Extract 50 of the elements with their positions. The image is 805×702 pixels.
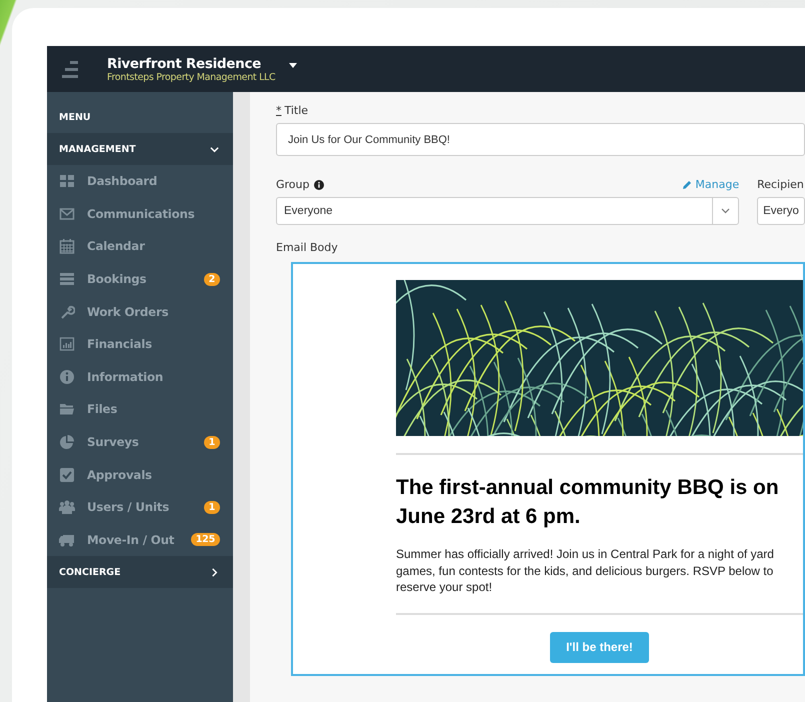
caret-icon[interactable]	[289, 62, 298, 68]
wrench-icon	[59, 304, 75, 320]
info-icon[interactable]	[314, 180, 324, 190]
envelope-icon	[59, 206, 75, 222]
title-label: * Title	[276, 104, 310, 117]
chevron-icon	[721, 208, 730, 214]
folder-icon	[59, 401, 75, 418]
count-badge: 2	[204, 272, 220, 286]
calendar-icon	[59, 238, 75, 254]
bar-chart-icon	[59, 336, 75, 352]
grid-icon	[59, 173, 75, 190]
property-name[interactable]: Riverfront Residence	[107, 56, 276, 72]
sidebar-item[interactable]: Users / Units 1	[47, 490, 233, 524]
sidebar-item[interactable]: Work Orders	[47, 295, 233, 328]
info-icon	[59, 368, 75, 385]
email-body-label: Email Body	[276, 241, 339, 254]
manage-link[interactable]: Manage	[682, 178, 740, 191]
title-field[interactable]: Join Us for Our Community BBQ!	[276, 123, 805, 156]
recipients-dropdown[interactable]: Everyo	[757, 197, 805, 225]
list-icon	[59, 271, 75, 288]
sidebar-item[interactable]: Move-In / Out 125	[47, 524, 233, 556]
section-label: MANAGEMENT	[59, 144, 136, 154]
sidebar-item[interactable]: Calendar	[47, 230, 233, 263]
group-label: Group	[276, 178, 310, 191]
section-header[interactable]: MANAGEMENT	[47, 133, 233, 165]
sidebar-item[interactable]: Bookings 2	[47, 262, 233, 296]
pie-chart-icon	[59, 434, 75, 450]
sidebar-item[interactable]: Financials	[47, 328, 233, 361]
rsvp-button[interactable]: I'll be there!	[550, 632, 649, 662]
section-header[interactable]: CONCIERGE	[47, 556, 233, 588]
menu-heading: MENU	[58, 111, 92, 125]
email-heading: The first-annual community BBQ is on June 23rd at 6 pm.	[396, 475, 780, 530]
sidebar-item[interactable]: Approvals	[47, 458, 233, 491]
menu-icon[interactable]	[59, 58, 81, 80]
email-body-text: Summer has officially arrived! Join us in Central Park for a night of yard games, fun contests for the kids, and delicious burgers. RSVP below to reserve your spot!	[396, 546, 775, 596]
sidebar-item[interactable]: Dashboard	[47, 165, 233, 198]
count-badge: 125	[190, 533, 220, 546]
sidebar-item[interactable]: Information	[47, 360, 233, 394]
sidebar-item[interactable]: Surveys 1	[47, 426, 233, 458]
count-badge: 1	[204, 436, 220, 449]
company-name: Frontsteps Property Management LLC	[107, 72, 276, 82]
recipients-label: Recipien	[757, 178, 805, 191]
checkbox-icon	[59, 466, 75, 483]
users-icon	[59, 499, 75, 516]
count-badge: 1	[204, 500, 220, 514]
pencil-icon	[682, 180, 692, 190]
group-dropdown[interactable]: Everyone	[276, 197, 740, 225]
sidebar-item[interactable]: Files	[47, 393, 233, 426]
section-label: CONCIERGE	[59, 566, 121, 578]
sidebar-item[interactable]: Communications	[47, 198, 233, 230]
